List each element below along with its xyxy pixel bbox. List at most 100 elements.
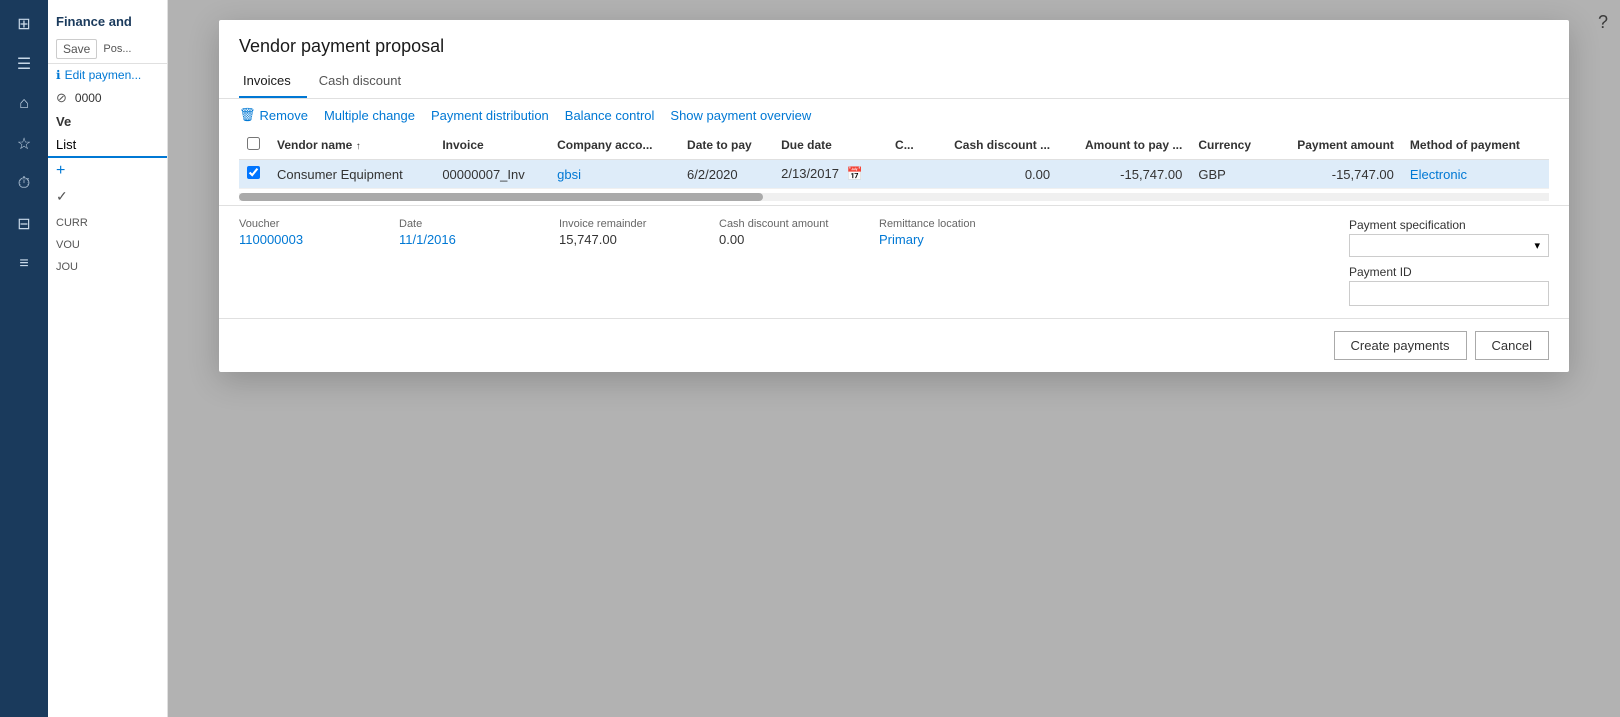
due-date-cell: 2/13/2017 📅 (773, 160, 887, 189)
app-title: Finance and (48, 8, 167, 35)
amount-to-pay-cell: -15,747.00 (1058, 160, 1190, 189)
col-payment-amount: Payment amount (1270, 131, 1401, 160)
row-checkbox[interactable] (247, 166, 260, 179)
sidebar-vouc-item[interactable]: VOU (48, 235, 167, 255)
invoice-table: Vendor name ↑ Invoice Company acco... Da… (239, 131, 1549, 189)
col-date-to-pay: Date to pay (679, 131, 773, 160)
add-icon: + (56, 162, 65, 179)
select-all-checkbox[interactable] (247, 137, 260, 150)
remove-label: Remove (260, 108, 308, 123)
sidebar-ve-label: Ve (48, 110, 167, 133)
cancel-button[interactable]: Cancel (1475, 331, 1549, 360)
sort-icon: ↑ (356, 141, 361, 152)
payment-distribution-action[interactable]: Payment distribution (431, 108, 549, 123)
details-section: Voucher 110000003 Date 11/1/2016 Invoice… (219, 205, 1569, 318)
calendar-icon[interactable]: 📅 (847, 166, 863, 181)
edit-payment-row: ℹ Edit paymen... (48, 64, 167, 86)
horizontal-scrollbar[interactable] (239, 193, 1549, 201)
method-of-payment-cell[interactable]: Electronic (1402, 160, 1549, 189)
payment-specification-dropdown[interactable]: ▾ (1349, 234, 1549, 257)
sidebar-curr-item[interactable]: CURR (48, 213, 167, 233)
cash-discount-amount-value: 0.00 (719, 232, 839, 247)
balance-control-action[interactable]: Balance control (565, 108, 655, 123)
voucher-value[interactable]: 110000003 (239, 232, 359, 247)
filter-row: ⊘ 0000 (48, 86, 167, 110)
post-toolbar-label: Pos... (103, 43, 131, 55)
nav-favorites-icon[interactable]: ☆ (8, 128, 40, 160)
tab-cash-discount[interactable]: Cash discount (315, 65, 417, 98)
dropdown-chevron-icon: ▾ (1534, 239, 1540, 252)
remittance-location-label: Remittance location (879, 218, 999, 230)
payment-specification-label: Payment specification (1349, 218, 1549, 232)
sidebar-jour-item[interactable]: JOU (48, 257, 167, 277)
check-icon: ✓ (56, 188, 68, 204)
col-invoice: Invoice (434, 131, 549, 160)
edit-payment-btn[interactable]: ℹ Edit paymen... (56, 68, 159, 82)
sidebar-list-tab[interactable]: List (48, 133, 167, 158)
tab-invoices[interactable]: Invoices (239, 65, 307, 98)
action-bar: 🗑 Remove Multiple change Payment distrib… (219, 99, 1569, 131)
col-method-of-payment: Method of payment (1402, 131, 1549, 160)
date-value[interactable]: 11/1/2016 (399, 232, 519, 247)
remove-icon: 🗑 (239, 107, 256, 123)
nav-home-icon[interactable]: ⌂ (8, 88, 40, 120)
remittance-location-group: Remittance location Primary (879, 218, 999, 306)
nav-workspaces-icon[interactable]: ⊟ (8, 208, 40, 240)
cash-discount-amount-group: Cash discount amount 0.00 (719, 218, 839, 306)
payment-fields-group: Payment specification ▾ Payment ID (1349, 218, 1549, 306)
payment-id-group: Payment ID (1349, 265, 1549, 306)
scroll-thumb (239, 193, 763, 201)
edit-payment-label: Edit paymen... (65, 68, 142, 82)
c-cell (887, 160, 927, 189)
left-nav: ⊞ ☰ ⌂ ☆ ⏱ ⊟ ≡ (0, 0, 48, 717)
cash-discount-amount-label: Cash discount amount (719, 218, 839, 230)
dialog-title: Vendor payment proposal (219, 20, 1569, 57)
col-amount-to-pay: Amount to pay ... (1058, 131, 1190, 160)
col-checkbox (239, 131, 269, 160)
col-cash-discount: Cash discount ... (927, 131, 1058, 160)
sidebar-add-btn[interactable]: + (48, 158, 167, 184)
nav-grid-icon[interactable]: ⊞ (8, 8, 40, 40)
payment-id-label: Payment ID (1349, 265, 1549, 279)
cash-discount-cell: 0.00 (927, 160, 1058, 189)
nav-modules-icon[interactable]: ≡ (8, 248, 40, 280)
create-payments-button[interactable]: Create payments (1334, 331, 1467, 360)
col-currency: Currency (1190, 131, 1270, 160)
table-header-row: Vendor name ↑ Invoice Company acco... Da… (239, 131, 1549, 160)
invoice-remainder-group: Invoice remainder 15,747.00 (559, 218, 679, 306)
multiple-change-action[interactable]: Multiple change (324, 108, 415, 123)
invoice-remainder-label: Invoice remainder (559, 218, 679, 230)
sidebar: Finance and Save Pos... ℹ Edit paymen...… (48, 0, 168, 717)
dialog-tabs: Invoices Cash discount (219, 57, 1569, 99)
sidebar-id: 0000 (75, 91, 102, 105)
sidebar-list-label: List (56, 137, 76, 152)
date-group: Date 11/1/2016 (399, 218, 519, 306)
vendor-name-cell: Consumer Equipment (269, 160, 434, 189)
invoice-cell: 00000007_Inv (434, 160, 549, 189)
invoice-remainder-value: 15,747.00 (559, 232, 679, 247)
remittance-location-value[interactable]: Primary (879, 232, 999, 247)
main-content: ? Vendor payment proposal Invoices Cash … (168, 0, 1620, 717)
filter-icon[interactable]: ⊘ (56, 90, 67, 106)
date-to-pay-cell: 6/2/2020 (679, 160, 773, 189)
vendor-payment-dialog: Vendor payment proposal Invoices Cash di… (219, 20, 1569, 372)
dialog-overlay: Vendor payment proposal Invoices Cash di… (168, 0, 1620, 717)
show-payment-overview-action[interactable]: Show payment overview (670, 108, 811, 123)
col-company-account: Company acco... (549, 131, 679, 160)
col-c: C... (887, 131, 927, 160)
invoice-table-container: Vendor name ↑ Invoice Company acco... Da… (219, 131, 1569, 189)
nav-recent-icon[interactable]: ⏱ (8, 168, 40, 200)
save-toolbar-btn[interactable]: Save (56, 39, 97, 59)
info-icon: ℹ (56, 68, 61, 82)
payment-amount-cell: -15,747.00 (1270, 160, 1401, 189)
sidebar-check-btn[interactable]: ✓ (48, 184, 167, 209)
col-vendor-name: Vendor name ↑ (269, 131, 434, 160)
payment-id-input[interactable] (1349, 281, 1549, 306)
col-due-date: Due date (773, 131, 887, 160)
voucher-label: Voucher (239, 218, 359, 230)
table-row[interactable]: Consumer Equipment 00000007_Inv gbsi 6/2… (239, 160, 1549, 189)
remove-action[interactable]: 🗑 Remove (239, 107, 308, 123)
company-account-cell[interactable]: gbsi (549, 160, 679, 189)
sidebar-bottom: CURR VOU JOU (48, 209, 167, 281)
nav-menu-icon[interactable]: ☰ (8, 48, 40, 80)
